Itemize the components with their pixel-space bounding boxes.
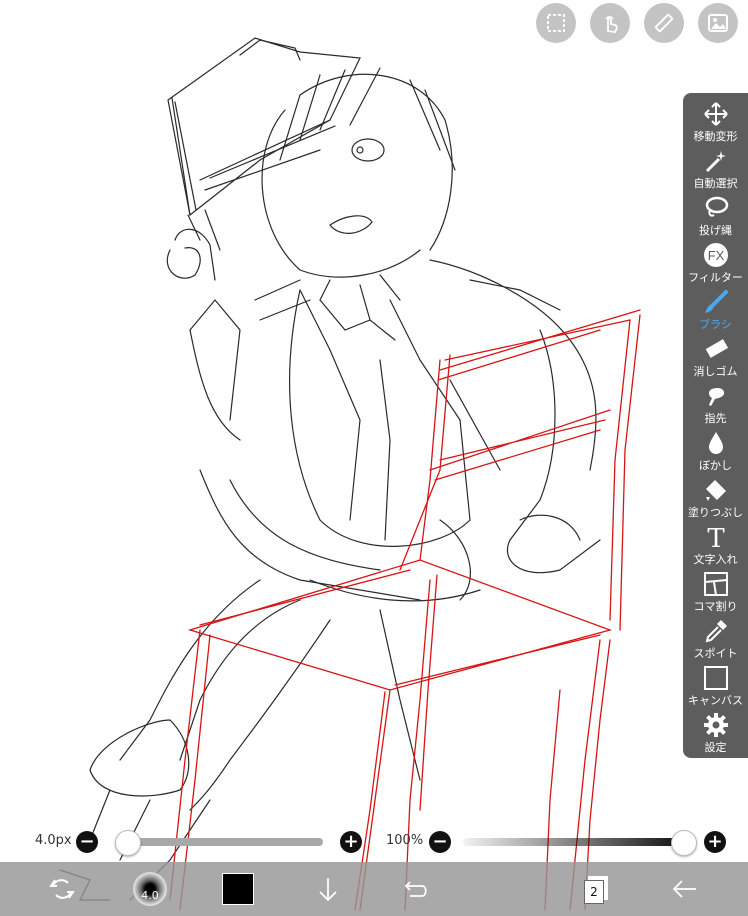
tool-filter[interactable]: FX フィルター	[683, 242, 748, 288]
fx-icon: FX	[703, 243, 728, 267]
pencil-sketch	[59, 37, 601, 901]
chair-guide-sketch	[169, 309, 641, 911]
tool-canvas[interactable]: キャンバス	[683, 665, 748, 711]
brush-size-decrease-button[interactable]: −	[76, 831, 98, 853]
touch-button[interactable]	[590, 3, 630, 43]
tool-move[interactable]: 移動変形	[683, 101, 748, 147]
tool-label: 文字入れ	[693, 553, 738, 566]
finger-icon	[708, 387, 724, 406]
image-button[interactable]	[698, 3, 738, 43]
brush-size-label: 4.0px	[35, 833, 72, 848]
blur-drop-icon	[708, 432, 723, 454]
tool-text[interactable]: T 文字入れ	[683, 524, 748, 570]
lasso-icon	[705, 196, 728, 217]
text-icon: T	[707, 524, 725, 550]
opacity-slider[interactable]	[463, 838, 683, 846]
brush-size-slider[interactable]	[117, 838, 323, 846]
magic-wand-icon	[705, 151, 726, 173]
tool-fill[interactable]: 塗りつぶし	[683, 477, 748, 523]
gear-icon	[703, 713, 728, 737]
brush-preview-swatch: 4.0	[133, 872, 167, 906]
fx-label: FX	[707, 248, 724, 263]
brush-size-increase-button[interactable]: +	[340, 831, 362, 853]
tool-label: 投げ縄	[699, 224, 732, 237]
undo-icon	[404, 881, 427, 897]
fill-icon	[705, 480, 726, 501]
rotate-arrows-icon	[49, 879, 75, 899]
opacity-label: 100%	[386, 833, 424, 848]
brush-icon	[704, 290, 728, 313]
tool-magic-wand[interactable]: 自動選択	[683, 148, 748, 194]
tool-smudge[interactable]: 指先	[683, 383, 748, 429]
ruler-icon	[654, 13, 674, 33]
color-swatch-button[interactable]	[222, 862, 254, 916]
bottom-toolbar: 4.0 2	[0, 862, 748, 916]
selection-button[interactable]	[536, 3, 576, 43]
tool-label: 移動変形	[693, 130, 738, 143]
frame-divider-icon	[703, 572, 728, 596]
tool-label: 消しゴム	[693, 365, 738, 378]
arrow-down-icon	[319, 878, 337, 902]
undo-button[interactable]	[401, 862, 433, 916]
opacity-knob[interactable]	[671, 830, 697, 856]
tool-brush[interactable]: ブラシ	[683, 289, 748, 335]
ruler-button[interactable]	[644, 3, 684, 43]
layers-icon: 2	[584, 876, 608, 904]
tool-label: 自動選択	[693, 177, 738, 190]
back-button[interactable]	[668, 862, 702, 916]
opacity-increase-button[interactable]: +	[704, 831, 726, 853]
drawing-canvas[interactable]	[0, 0, 748, 916]
tool-label: 設定	[704, 741, 727, 754]
brush-preview-button[interactable]: 4.0	[130, 862, 170, 916]
layer-count: 2	[590, 885, 598, 899]
opacity-decrease-button[interactable]: −	[429, 831, 451, 853]
tool-settings[interactable]: 設定	[683, 712, 748, 758]
text-glyph: T	[707, 524, 725, 550]
canvas-icon	[703, 666, 728, 690]
image-icon	[708, 14, 728, 32]
tool-label: 指先	[704, 412, 727, 425]
transform-view-button[interactable]	[44, 862, 80, 916]
tool-label: スポイト	[693, 647, 738, 660]
touch-icon	[605, 16, 618, 33]
brush-preview-value: 4.0	[141, 888, 159, 902]
arrow-left-icon	[672, 880, 696, 898]
layers-button[interactable]: 2	[580, 862, 612, 916]
tool-eyedropper[interactable]: スポイト	[683, 618, 748, 664]
tool-label: コマ割り	[693, 600, 738, 613]
tool-label: ブラシ	[699, 318, 732, 331]
tool-label: 塗りつぶし	[687, 506, 744, 519]
tool-eraser[interactable]: 消しゴム	[683, 336, 748, 382]
tool-label: フィルター	[688, 271, 743, 284]
tool-palette: 移動変形 自動選択 投げ縄 FX フィルター ブラシ 消しゴム 指先 ぼかし 塗…	[683, 93, 748, 758]
tool-label: ぼかし	[699, 459, 732, 472]
download-button[interactable]	[313, 862, 343, 916]
tool-blur[interactable]: ぼかし	[683, 430, 748, 476]
selection-icon	[547, 14, 565, 32]
tool-frame-divider[interactable]: コマ割り	[683, 571, 748, 617]
move-icon	[703, 102, 728, 126]
tool-label: キャンバス	[688, 694, 743, 707]
tool-lasso[interactable]: 投げ縄	[683, 195, 748, 241]
eyedropper-icon	[705, 620, 727, 643]
eraser-icon	[705, 339, 728, 358]
current-color-swatch	[222, 873, 254, 905]
